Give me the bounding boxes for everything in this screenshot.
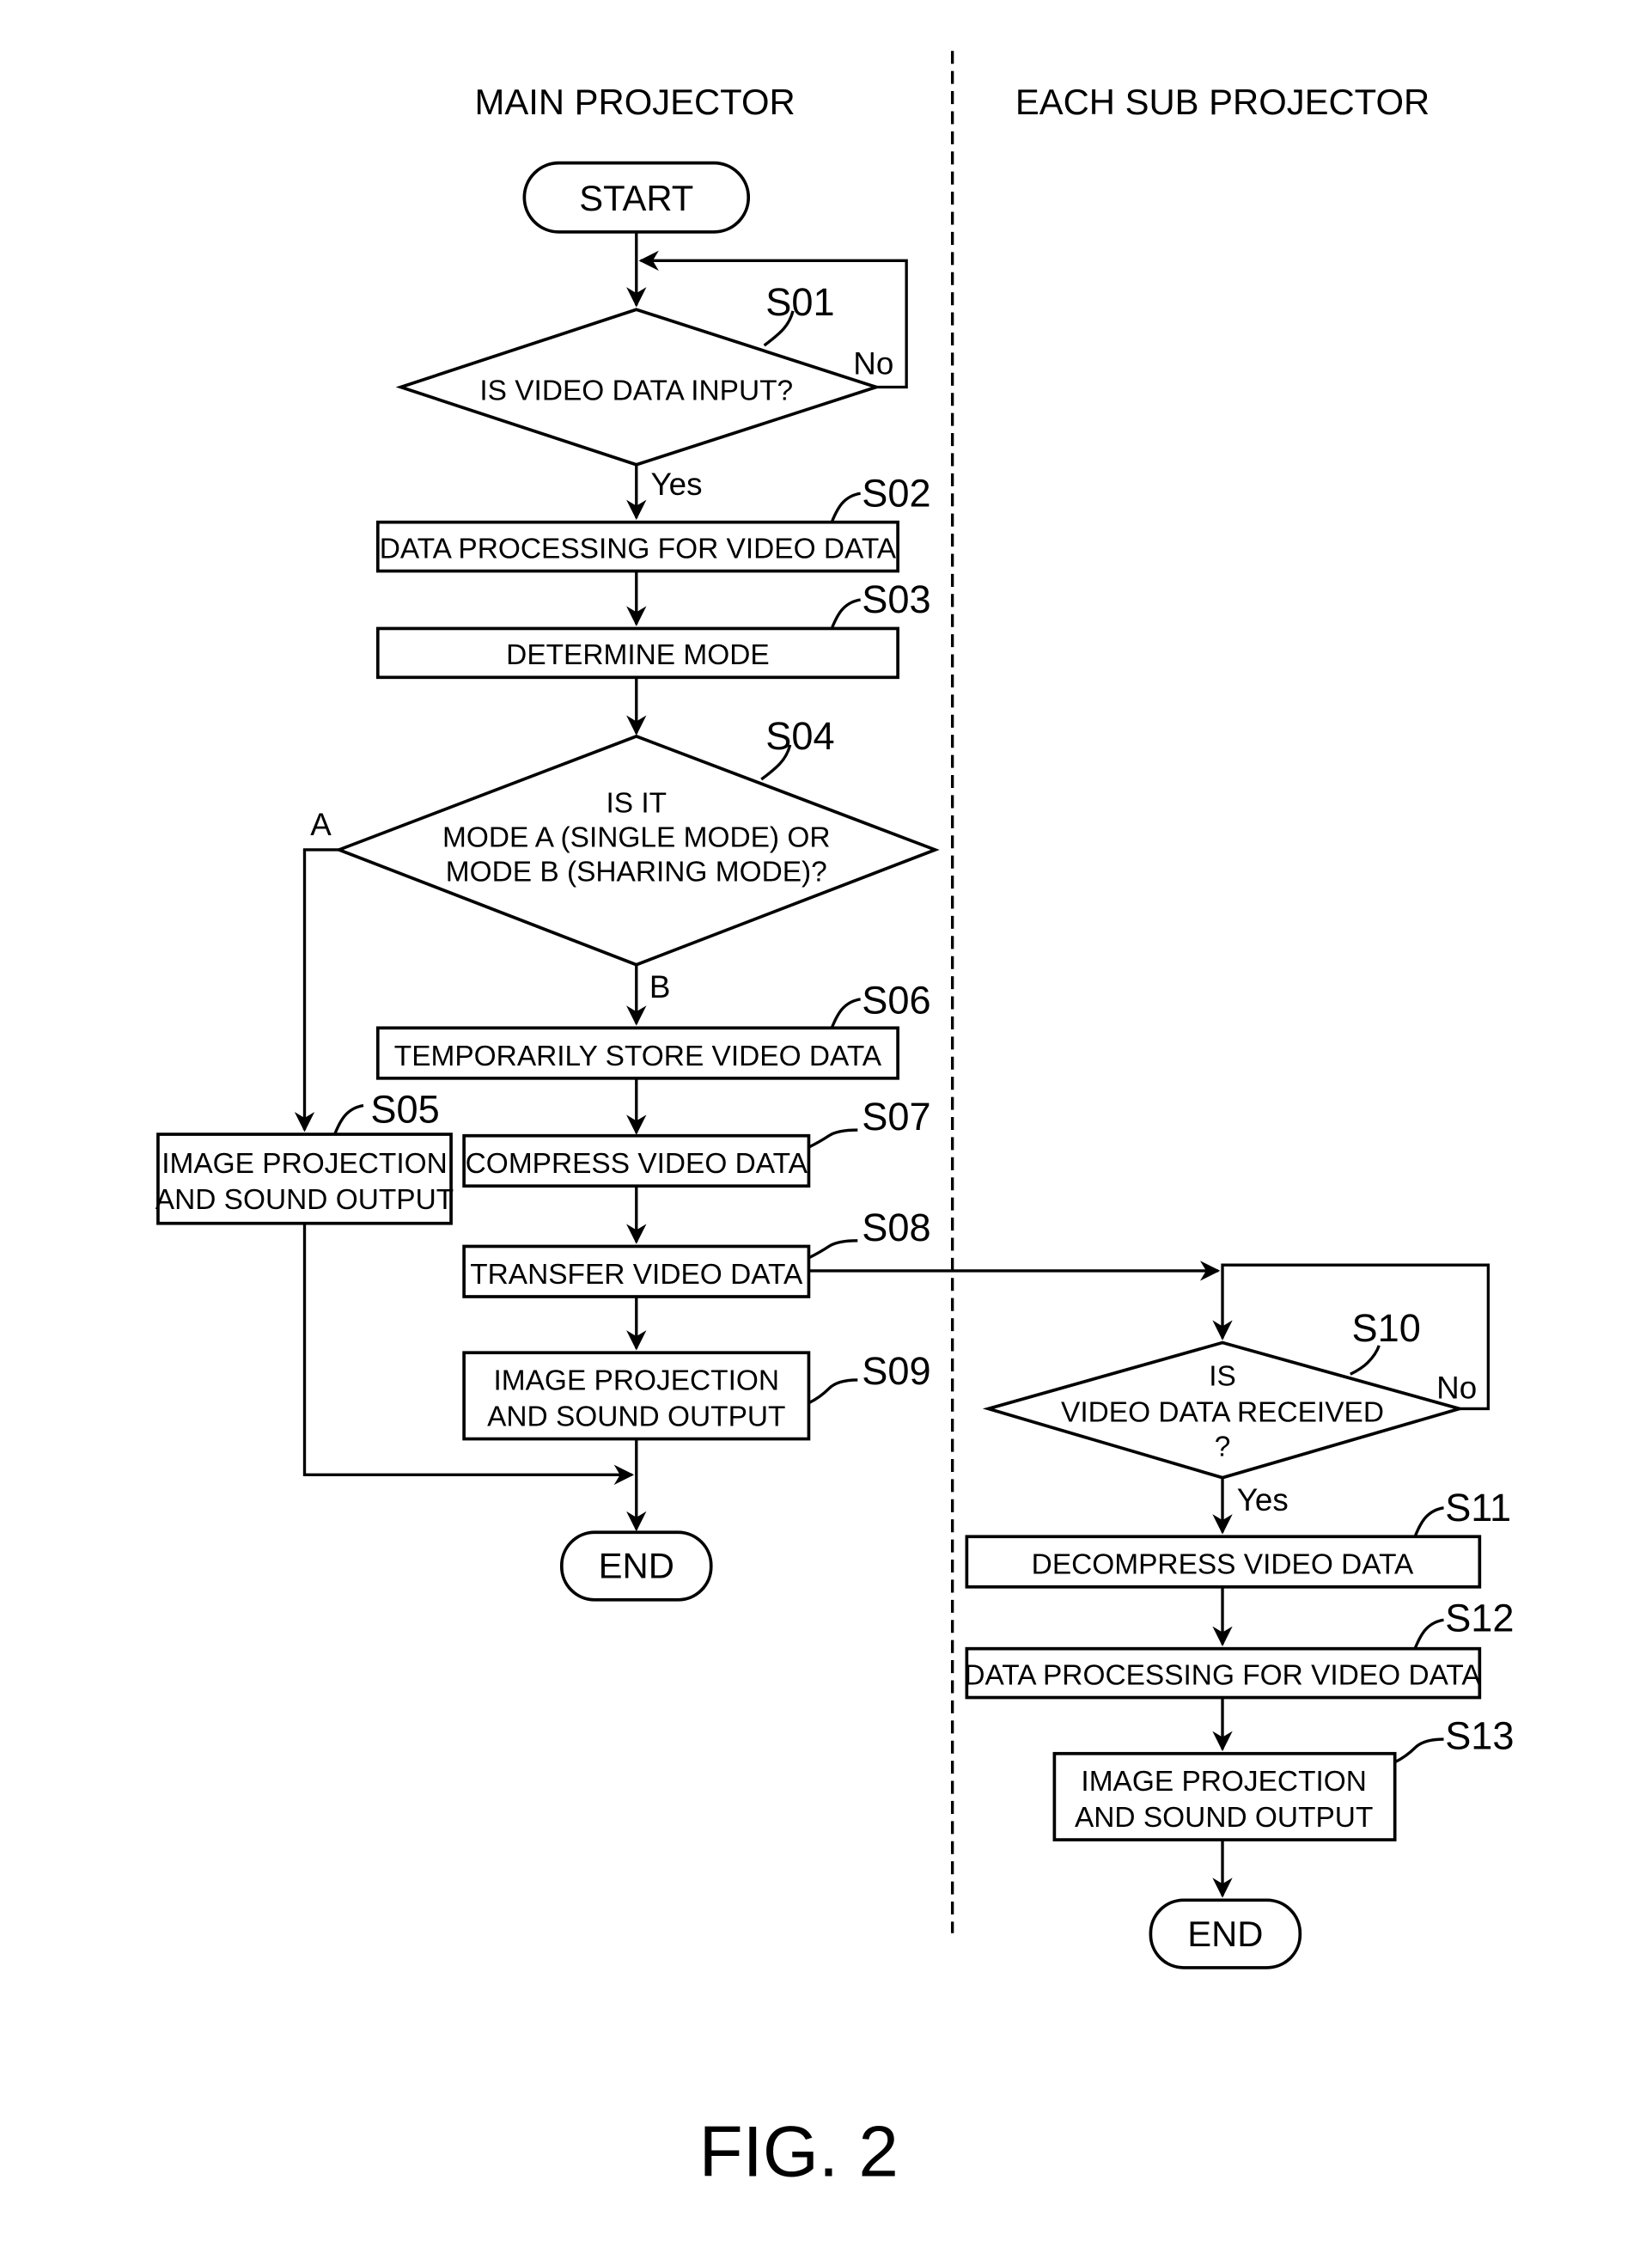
- start-terminal: START: [522, 161, 751, 234]
- s13-text-line2: AND SOUND OUTPUT: [1075, 1802, 1373, 1834]
- s12-id: S12: [1445, 1597, 1514, 1640]
- arrow-s04-a-s05: [294, 848, 339, 1133]
- s12-text: DATA PROCESSING FOR VIDEO DATA: [964, 1659, 1481, 1691]
- end-sub-label: END: [1187, 1914, 1263, 1954]
- s07-id: S07: [862, 1095, 930, 1139]
- step-s04-decision: IS IT MODE A (SINGLE MODE) OR MODE B (SH…: [334, 734, 940, 967]
- step-s12-process: DATA PROCESSING FOR VIDEO DATA: [964, 1646, 1481, 1700]
- s08-leader: [808, 1239, 858, 1260]
- step-s06-process: TEMPORARILY STORE VIDEO DATA: [375, 1026, 899, 1080]
- step-s07-process: COMPRESS VIDEO DATA: [462, 1133, 811, 1188]
- s12-leader: [1413, 1618, 1444, 1650]
- s01-no-label: No: [853, 345, 893, 381]
- s02-text: DATA PROCESSING FOR VIDEO DATA: [380, 533, 897, 565]
- step-s10-decision: IS VIDEO DATA RECEIVED ?: [982, 1340, 1466, 1480]
- s02-id: S02: [862, 471, 930, 515]
- s07-text: COMPRESS VIDEO DATA: [466, 1148, 808, 1180]
- flowchart: MAIN PROJECTOR EACH SUB PROJECTOR START …: [155, 51, 1515, 2191]
- step-s08-process: TRANSFER VIDEO DATA: [462, 1244, 811, 1298]
- s01-id: S01: [765, 280, 834, 324]
- s13-id: S13: [1445, 1714, 1514, 1758]
- lane-header-sub: EACH SUB PROJECTOR: [1015, 82, 1429, 122]
- s11-leader: [1413, 1506, 1444, 1537]
- step-s01-decision: IS VIDEO DATA INPUT?: [395, 308, 882, 467]
- s10-text-line3: ?: [1215, 1432, 1231, 1463]
- start-label: START: [579, 178, 693, 218]
- s03-id: S03: [862, 577, 930, 621]
- s10-text-line1: IS: [1209, 1361, 1236, 1393]
- s06-leader: [830, 998, 861, 1029]
- s13-leader: [1393, 1737, 1444, 1764]
- s05-text-line1: IMAGE PROJECTION: [162, 1148, 448, 1180]
- s04-id: S04: [765, 714, 834, 758]
- s08-text: TRANSFER VIDEO DATA: [470, 1259, 803, 1291]
- lane-header-main: MAIN PROJECTOR: [475, 82, 796, 122]
- step-s05-process: IMAGE PROJECTION AND SOUND OUTPUT: [155, 1133, 454, 1225]
- s08-id: S08: [862, 1206, 930, 1249]
- s13-text-line1: IMAGE PROJECTION: [1081, 1766, 1367, 1798]
- s02-leader: [830, 492, 861, 523]
- s10-id: S10: [1352, 1306, 1421, 1350]
- s03-text: DETERMINE MODE: [506, 639, 770, 671]
- s04-text-line3: MODE B (SHARING MODE)?: [446, 857, 827, 888]
- s10-leader: [1350, 1345, 1381, 1376]
- s09-id: S09: [862, 1349, 930, 1393]
- s09-text-line1: IMAGE PROJECTION: [493, 1365, 779, 1397]
- s05-text-line2: AND SOUND OUTPUT: [155, 1184, 454, 1216]
- s04-a-label: A: [310, 807, 332, 842]
- s04-text-line1: IS IT: [606, 787, 667, 819]
- step-s03-process: DETERMINE MODE: [375, 626, 899, 680]
- end-terminal-main: END: [559, 1530, 713, 1602]
- s06-id: S06: [862, 979, 930, 1023]
- s05-leader: [333, 1103, 364, 1135]
- s10-no-label: No: [1436, 1371, 1477, 1406]
- s11-text: DECOMPRESS VIDEO DATA: [1032, 1549, 1414, 1581]
- step-s09-process: IMAGE PROJECTION AND SOUND OUTPUT: [462, 1351, 811, 1441]
- s09-leader: [808, 1378, 858, 1405]
- s10-yes-label: Yes: [1237, 1482, 1289, 1517]
- s06-text: TEMPORARILY STORE VIDEO DATA: [394, 1041, 882, 1072]
- s11-id: S11: [1445, 1486, 1511, 1530]
- s03-leader: [830, 598, 861, 630]
- s04-text-line2: MODE A (SINGLE MODE) OR: [442, 822, 830, 854]
- end-main-label: END: [599, 1546, 674, 1586]
- step-s02-process: DATA PROCESSING FOR VIDEO DATA: [375, 520, 899, 573]
- s04-b-label: B: [649, 969, 671, 1004]
- end-terminal-sub: END: [1149, 1898, 1302, 1969]
- s05-id: S05: [370, 1088, 439, 1132]
- s01-yes-label: Yes: [650, 467, 702, 502]
- step-s13-process: IMAGE PROJECTION AND SOUND OUTPUT: [1052, 1751, 1397, 1841]
- s07-leader: [808, 1128, 858, 1149]
- s10-text-line2: VIDEO DATA RECEIVED: [1061, 1396, 1384, 1428]
- figure-caption: FIG. 2: [699, 2110, 899, 2191]
- s09-text-line2: AND SOUND OUTPUT: [487, 1401, 785, 1432]
- step-s11-process: DECOMPRESS VIDEO DATA: [965, 1535, 1482, 1589]
- s01-text: IS VIDEO DATA INPUT?: [479, 376, 793, 407]
